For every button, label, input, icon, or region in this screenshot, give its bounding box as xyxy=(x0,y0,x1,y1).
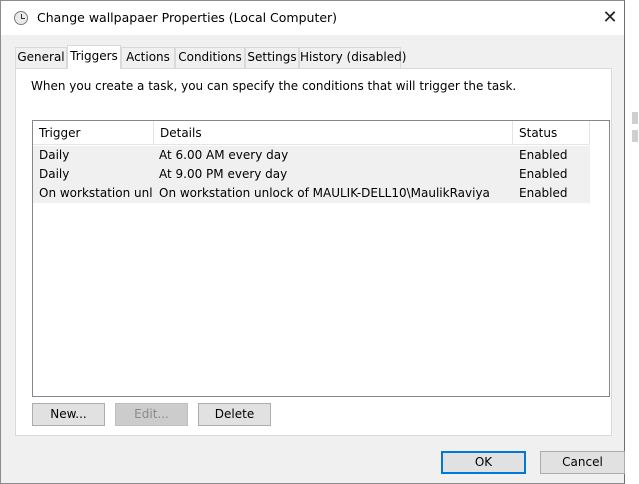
status-cell: Enabled xyxy=(519,167,568,181)
trigger-cell: Daily xyxy=(39,148,70,162)
new-trigger-button[interactable]: New... xyxy=(32,403,105,426)
details-cell: At 6.00 AM every day xyxy=(159,148,289,162)
background-fragment xyxy=(632,130,638,142)
trigger-row[interactable]: Daily At 9.00 PM every day Enabled xyxy=(33,165,590,184)
properties-dialog: Change wallpapaer Properties (Local Comp… xyxy=(0,0,625,484)
list-header: Trigger Details Status xyxy=(33,121,590,145)
task-clock-icon xyxy=(14,11,28,25)
trigger-cell: On workstation unl xyxy=(39,186,153,200)
window-title: Change wallpapaer Properties (Local Comp… xyxy=(37,10,338,25)
tab-history[interactable]: History (disabled) xyxy=(299,47,406,68)
ok-button[interactable]: OK xyxy=(441,451,526,474)
details-cell: On workstation unlock of MAULIK-DELL10\M… xyxy=(159,186,490,200)
tab-strip: General Triggers Actions Conditions Sett… xyxy=(15,45,615,69)
edit-trigger-button[interactable]: Edit... xyxy=(115,403,188,426)
tab-general[interactable]: General xyxy=(15,47,67,68)
trigger-row[interactable]: Daily At 6.00 AM every day Enabled xyxy=(33,146,590,165)
trigger-row[interactable]: On workstation unl On workstation unlock… xyxy=(33,184,590,203)
column-header-details[interactable]: Details xyxy=(154,121,513,145)
status-cell: Enabled xyxy=(519,148,568,162)
tab-conditions[interactable]: Conditions xyxy=(175,47,245,68)
status-cell: Enabled xyxy=(519,186,568,200)
tab-settings[interactable]: Settings xyxy=(245,47,299,68)
title-bar[interactable]: Change wallpapaer Properties (Local Comp… xyxy=(1,1,624,35)
tab-actions[interactable]: Actions xyxy=(121,47,175,68)
background-fragment xyxy=(632,112,638,124)
triggers-list[interactable]: Trigger Details Status Daily At 6.00 AM … xyxy=(32,120,610,397)
close-button[interactable]: ✕ xyxy=(597,5,623,31)
triggers-intro-text: When you create a task, you can specify … xyxy=(31,79,517,93)
delete-trigger-button[interactable]: Delete xyxy=(198,403,271,426)
background-window-edge xyxy=(624,0,639,484)
trigger-cell: Daily xyxy=(39,167,70,181)
details-cell: At 9.00 PM every day xyxy=(159,167,288,181)
tab-triggers[interactable]: Triggers xyxy=(67,45,121,69)
column-header-trigger[interactable]: Trigger xyxy=(33,121,154,145)
triggers-tab-panel: When you create a task, you can specify … xyxy=(15,68,612,436)
cancel-button[interactable]: Cancel xyxy=(540,451,625,474)
column-header-status[interactable]: Status xyxy=(513,121,590,145)
